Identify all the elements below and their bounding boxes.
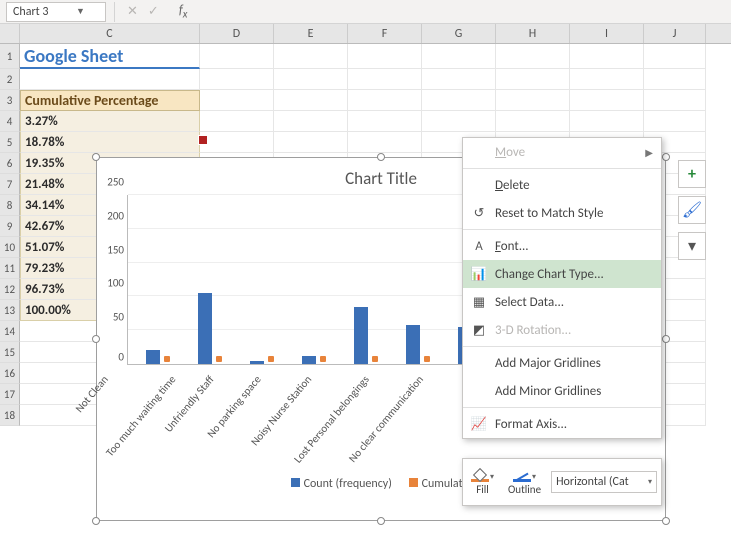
legend-color-icon [291,478,300,487]
plus-icon: + [688,165,696,184]
row-header[interactable]: 15 [0,342,20,363]
data-cell[interactable]: 18.78% [20,132,200,153]
y-tick: 100 [107,277,128,290]
col-header-j[interactable]: J [644,24,706,43]
row-header[interactable]: 5 [0,132,20,153]
font-icon: A [467,239,491,254]
cancel-icon: ✕ [127,4,138,19]
mini-toolbar: ▾ Fill ▾ Outline Horizontal (Cat▾ [462,458,662,506]
name-box[interactable]: Chart 3 ▼ [6,2,106,22]
menu-add-major-gridlines[interactable]: Add Major Gridlines [463,349,661,377]
menu-move: Move▶ [463,138,661,166]
outline-button[interactable]: ▾ Outline [504,466,545,498]
menu-format-axis[interactable]: 📈Format Axis... [463,410,661,438]
y-tick: 50 [113,311,128,324]
menu-delete[interactable]: Delete [463,171,661,199]
data-cell[interactable]: 3.27% [20,111,200,132]
sheet-title[interactable]: Google Sheet [20,44,200,69]
col-header-e[interactable]: E [274,24,348,43]
confirm-icon: ✓ [148,4,159,19]
chart-styles-button[interactable]: 🖌 [678,196,706,224]
row-header[interactable]: 2 [0,69,20,90]
brush-icon: 🖌 [682,200,702,220]
menu-font[interactable]: AFont... [463,232,661,260]
name-box-value: Chart 3 [7,5,56,19]
menu-change-chart-type[interactable]: 📊Change Chart Type... [463,260,661,288]
col-header-i[interactable]: I [570,24,644,43]
row-header[interactable]: 9 [0,216,20,237]
worksheet-grid[interactable]: 1 Google Sheet 2 3Cumulative Percentage … [0,44,731,426]
chevron-down-icon[interactable]: ▼ [56,6,105,17]
row-header[interactable]: 13 [0,300,20,321]
chart-type-icon: 📊 [467,267,491,282]
menu-3d-rotation: ◩3-D Rotation... [463,316,661,344]
row-header[interactable]: 4 [0,111,20,132]
row-header[interactable]: 12 [0,279,20,300]
col-header-g[interactable]: G [422,24,496,43]
formula-bar-buttons: ✕ ✓ [117,4,169,19]
outline-icon [513,468,531,482]
chart-elements-button[interactable]: + [678,160,706,188]
row-header[interactable]: 7 [0,174,20,195]
fill-button[interactable]: ▾ Fill [467,466,498,498]
y-tick: 150 [107,243,128,256]
select-data-icon: ▦ [467,295,491,310]
col-header-c[interactable]: C [20,24,200,43]
menu-add-minor-gridlines[interactable]: Add Minor Gridlines [463,377,661,405]
col-header-h[interactable]: H [496,24,570,43]
formula-bar: Chart 3 ▼ ✕ ✓ fx [0,0,731,24]
col-header-d[interactable]: D [200,24,274,43]
row-header[interactable]: 14 [0,321,20,342]
y-tick: 250 [107,176,128,189]
funnel-icon: ▾ [688,236,696,256]
row-header[interactable]: 18 [0,405,20,426]
chart-filters-button[interactable]: ▾ [678,232,706,260]
reset-icon: ↺ [467,206,491,221]
select-all-corner[interactable] [0,24,20,43]
y-tick: 0 [118,351,128,364]
axis-selector-combo[interactable]: Horizontal (Cat▾ [551,471,657,493]
column-headers: C D E F G H I J [0,24,731,44]
menu-reset[interactable]: ↺Reset to Match Style [463,199,661,227]
row-header[interactable]: 10 [0,237,20,258]
fx-icon[interactable]: fx [179,3,188,21]
y-tick: 200 [107,209,128,222]
format-axis-icon: 📈 [467,417,491,432]
col-header-f[interactable]: F [348,24,422,43]
row-header[interactable]: 16 [0,363,20,384]
menu-select-data[interactable]: ▦Select Data... [463,288,661,316]
separator [114,2,115,22]
row-header[interactable]: 8 [0,195,20,216]
chart-side-buttons: + 🖌 ▾ [678,160,706,260]
row-header[interactable]: 1 [0,44,20,69]
column-header-cell[interactable]: Cumulative Percentage [20,90,200,111]
rotation-icon: ◩ [467,323,491,338]
row-header[interactable]: 17 [0,384,20,405]
legend-color-icon [409,478,418,487]
row-header[interactable]: 6 [0,153,20,174]
context-menu: Move▶ Delete ↺Reset to Match Style AFont… [462,137,662,439]
row-header[interactable]: 3 [0,90,20,111]
row-header[interactable]: 11 [0,258,20,279]
fill-icon [471,468,489,482]
